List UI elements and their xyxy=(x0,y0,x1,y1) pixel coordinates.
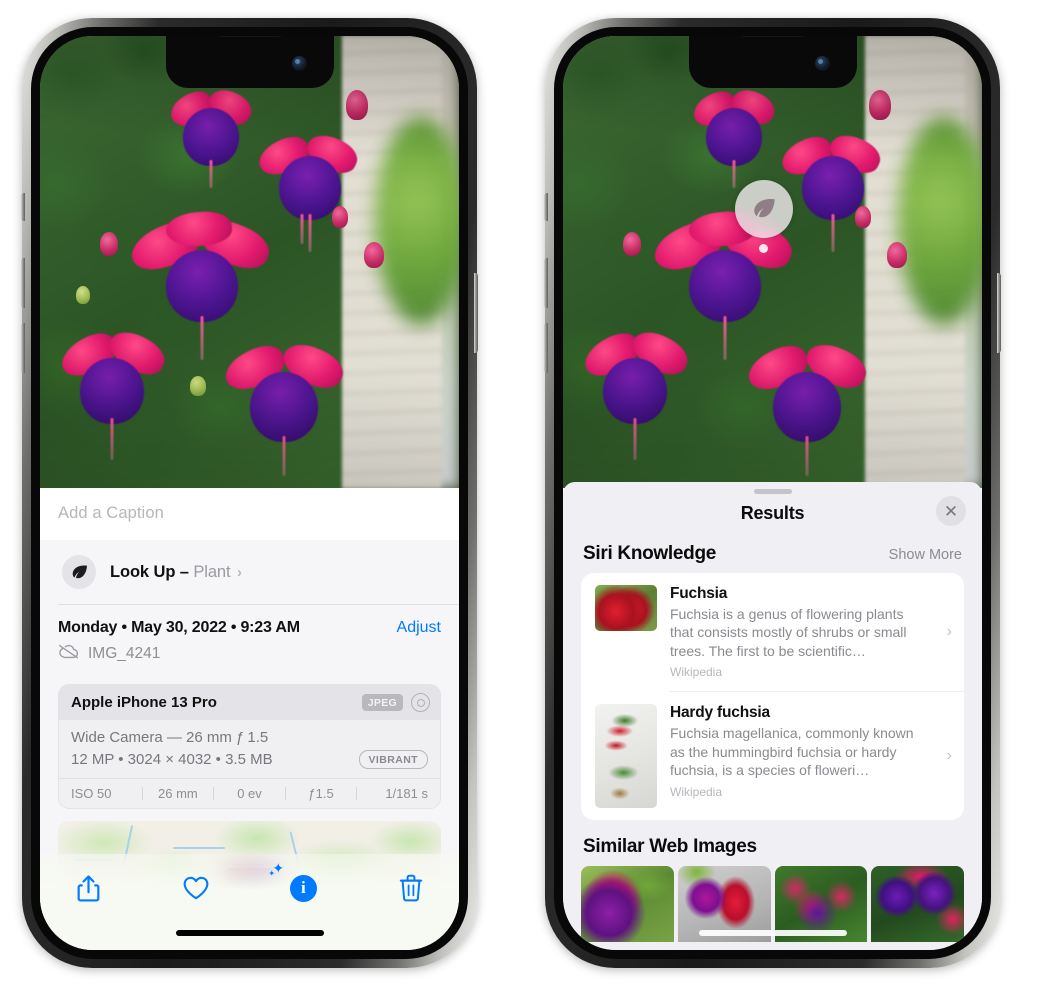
info-button[interactable]: ✦ ✦ i xyxy=(268,861,325,908)
photo-vignette xyxy=(40,36,459,488)
screen-right: Results ✕ Siri Knowledge Show More Fuchs… xyxy=(563,36,982,950)
look-up-row[interactable]: ✦ ✦ Look Up – Plant › xyxy=(40,533,459,604)
look-up-title: Look Up xyxy=(110,562,176,581)
knowledge-description: Fuchsia is a genus of flowering plants t… xyxy=(670,606,907,659)
knowledge-source: Wikipedia xyxy=(670,665,723,680)
favorite-button[interactable] xyxy=(174,868,218,908)
style-badge: VIBRANT xyxy=(358,750,428,769)
knowledge-card-list: Fuchsia Fuchsia is a genus of flowering … xyxy=(581,573,964,821)
front-camera xyxy=(291,56,307,71)
share-button[interactable] xyxy=(66,868,110,908)
format-badge: JPEG xyxy=(361,694,403,711)
similar-image-thumbnail[interactable] xyxy=(581,866,674,943)
earpiece-speaker xyxy=(739,36,806,37)
volume-down-button-right[interactable] xyxy=(544,323,548,373)
chevron-right-icon: › xyxy=(236,563,242,581)
similar-web-images-header: Similar Web Images xyxy=(563,820,982,866)
exif-focal: 26 mm xyxy=(158,786,198,801)
sparkle-icon: ✦ xyxy=(40,533,42,548)
leaf-icon xyxy=(62,555,96,589)
exif-body: Wide Camera — 26 mm ƒ 1.5 12 MP • 3024 ×… xyxy=(59,720,440,778)
similar-web-images-heading: Similar Web Images xyxy=(583,836,757,858)
results-sheet: Results ✕ Siri Knowledge Show More Fuchs… xyxy=(563,482,982,950)
look-up-label: Look Up – Plant › xyxy=(110,563,242,582)
results-header: Results ✕ xyxy=(563,494,982,537)
lens-line: Wide Camera — 26 mm ƒ 1.5 xyxy=(71,729,269,746)
photo-vignette xyxy=(563,36,982,488)
delete-button[interactable] xyxy=(389,868,433,908)
show-more-button[interactable]: Show More xyxy=(889,547,962,563)
home-indicator-right[interactable] xyxy=(698,930,847,936)
hdr-circles-icon xyxy=(411,693,430,712)
knowledge-thumbnail xyxy=(595,704,657,809)
exif-header: Apple iPhone 13 Pro JPEG xyxy=(59,685,440,720)
caption-field-row[interactable]: Add a Caption xyxy=(40,488,459,540)
exif-iso: ISO 50 xyxy=(71,786,112,801)
similar-image-thumbnail[interactable] xyxy=(871,866,964,943)
close-icon[interactable]: ✕ xyxy=(936,496,966,526)
home-indicator-left[interactable] xyxy=(175,930,324,936)
side-power-button-left[interactable] xyxy=(474,273,478,353)
chevron-right-icon: › xyxy=(946,747,952,765)
size-line: 12 MP • 3024 × 4032 • 3.5 MB xyxy=(71,751,273,768)
notch-right xyxy=(688,36,857,88)
photo-info-sheet: Add a Caption ✦ ✦ Look Up – Plant › xyxy=(40,488,459,950)
screenshot-stage: Add a Caption ✦ ✦ Look Up – Plant › xyxy=(0,0,1055,985)
icloud-slash-icon xyxy=(58,644,79,664)
knowledge-thumbnail xyxy=(595,585,657,631)
look-up-subject: Plant xyxy=(193,562,231,581)
knowledge-source: Wikipedia xyxy=(670,784,723,799)
side-power-button-right[interactable] xyxy=(997,273,1001,353)
siri-knowledge-heading: Siri Knowledge xyxy=(583,543,717,564)
exif-shot-values: ISO 50 26 mm 0 ev ƒ1.5 1/181 s xyxy=(59,778,440,808)
visual-look-up-badge[interactable] xyxy=(735,180,793,238)
sparkle-small-icon: ✦ xyxy=(268,869,276,878)
knowledge-row[interactable]: Fuchsia Fuchsia is a genus of flowering … xyxy=(581,573,964,691)
info-sparkle-icon: i xyxy=(289,874,317,902)
notch-left xyxy=(165,36,334,88)
phone-left: Add a Caption ✦ ✦ Look Up – Plant › xyxy=(21,18,478,968)
knowledge-row[interactable]: Hardy fuchsia Fuchsia magellanica, commo… xyxy=(581,692,964,820)
photo-viewer-left[interactable] xyxy=(40,36,459,488)
front-camera xyxy=(814,56,830,71)
volume-up-button-right[interactable] xyxy=(544,258,548,308)
results-title: Results xyxy=(740,503,805,523)
volume-down-button-left[interactable] xyxy=(21,323,25,373)
earpiece-speaker xyxy=(216,36,283,37)
phone-right: Results ✕ Siri Knowledge Show More Fuchs… xyxy=(544,18,1001,968)
volume-up-button-left[interactable] xyxy=(21,258,25,308)
visual-look-up-pointer xyxy=(759,244,768,253)
exif-aperture: ƒ1.5 xyxy=(308,786,334,801)
exif-exposure: 0 ev xyxy=(237,786,262,801)
chevron-right-icon: › xyxy=(946,623,952,641)
screen-left: Add a Caption ✦ ✦ Look Up – Plant › xyxy=(40,36,459,950)
photo-date: Monday • May 30, 2022 • 9:23 AM xyxy=(58,619,300,636)
exif-shutter: 1/181 s xyxy=(385,786,428,801)
metadata-block: Monday • May 30, 2022 • 9:23 AM Adjust I… xyxy=(40,605,459,674)
photo-viewer-right[interactable] xyxy=(563,36,982,488)
adjust-button[interactable]: Adjust xyxy=(397,619,441,637)
knowledge-title: Fuchsia xyxy=(670,585,728,602)
silent-switch-right[interactable] xyxy=(544,193,548,221)
knowledge-title: Hardy fuchsia xyxy=(670,704,770,722)
caption-input[interactable]: Add a Caption xyxy=(58,504,441,523)
silent-switch-left[interactable] xyxy=(21,193,25,221)
knowledge-description: Fuchsia magellanica, commonly known as t… xyxy=(670,725,914,779)
exif-card[interactable]: Apple iPhone 13 Pro JPEG Wide Camera — 2… xyxy=(58,684,441,809)
device-name: Apple iPhone 13 Pro xyxy=(71,694,217,711)
filename: IMG_4241 xyxy=(88,645,161,662)
look-up-dash: – xyxy=(179,562,189,581)
siri-knowledge-header: Siri Knowledge Show More xyxy=(563,537,982,573)
